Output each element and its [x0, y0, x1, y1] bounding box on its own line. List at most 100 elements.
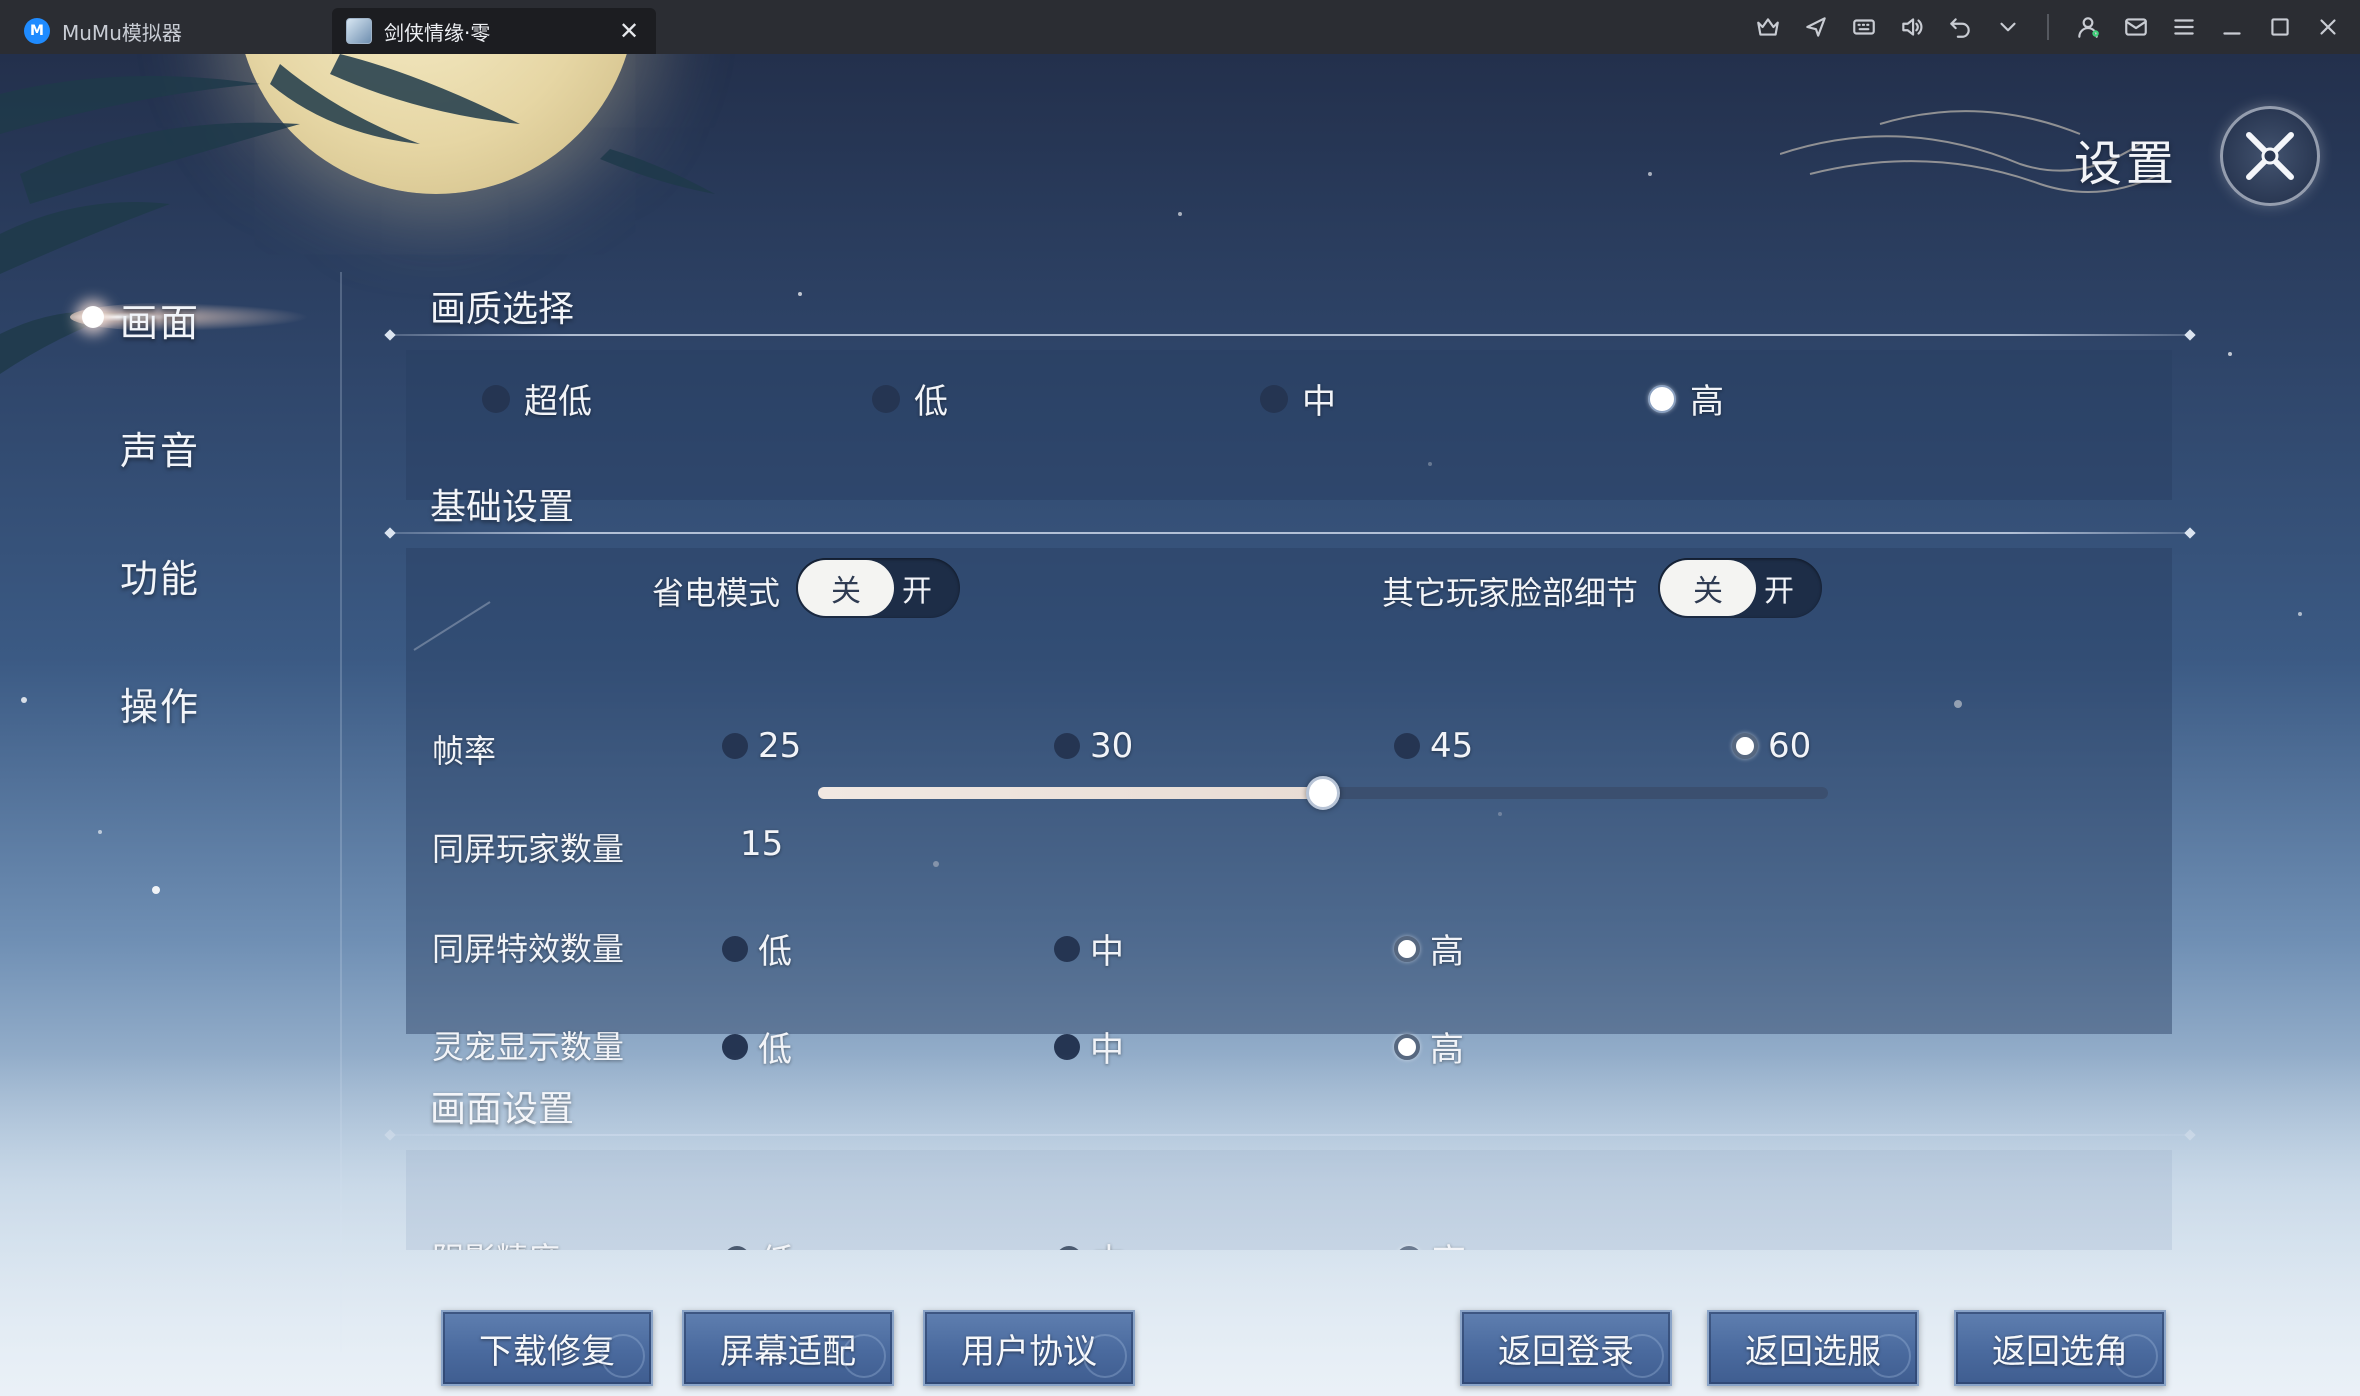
shadow-option-low[interactable]: 低 [724, 1234, 794, 1250]
option-label: 低 [914, 382, 948, 422]
section-divider [390, 1134, 2190, 1136]
quality-option-medium[interactable]: 中 [1260, 374, 1336, 423]
back-to-login-button[interactable]: 返回登录 [1460, 1310, 1672, 1386]
option-label: 中 [1302, 382, 1336, 422]
radio-icon [1054, 935, 1080, 962]
radio-icon [1054, 733, 1080, 759]
effects-on-screen-label: 同屏特效数量 [432, 930, 625, 968]
shadow-precision-label: 阴影精度 [432, 1234, 560, 1250]
option-label: 45 [1430, 726, 1474, 766]
toggle-knob-off: 关 [1660, 560, 1756, 616]
quality-option-ultra-low[interactable]: 超低 [482, 374, 592, 423]
section-title-basic: 基础设置 [430, 487, 575, 528]
emulator-title-bar: M MuMu模拟器 剑侠情缘·零 ✕ [0, 0, 2360, 54]
section-divider [390, 334, 2190, 336]
toggle-knob-off: 关 [798, 560, 894, 616]
option-label: 中 [1090, 932, 1124, 972]
radio-icon [1260, 384, 1288, 413]
tab-label: MuMu模拟器 [62, 20, 182, 45]
framerate-label: 帧率 [432, 732, 497, 770]
option-label: 60 [1768, 726, 1812, 766]
radio-selected-icon [1394, 935, 1420, 962]
game-settings-screen: 设置 画面 声音 功能 操作 画质选择 超低 低 中 高 基础设置 省电模式 关 [0, 54, 2360, 1396]
toggle-on-label: 开 [1764, 574, 1794, 609]
players-on-screen-slider[interactable] [818, 776, 1828, 810]
option-label: 30 [1090, 726, 1134, 766]
face-detail-label: 其它玩家脸部细节 [1382, 574, 1639, 612]
radio-icon [724, 1245, 750, 1250]
back-to-character-select-button[interactable]: 返回选角 [1954, 1310, 2166, 1386]
close-settings-button[interactable] [2220, 106, 2320, 206]
crown-icon[interactable] [1753, 12, 1783, 42]
close-window-icon[interactable] [2313, 12, 2343, 42]
option-label: 25 [758, 726, 802, 766]
nav-item-controls[interactable]: 操作 [120, 676, 240, 740]
section-title-display: 画面设置 [430, 1089, 575, 1130]
quality-option-low[interactable]: 低 [872, 374, 948, 423]
crossed-swords-close-icon [2246, 132, 2294, 180]
nav-item-function[interactable]: 功能 [120, 548, 240, 612]
option-label: 高 [1430, 932, 1464, 972]
keyboard-icon[interactable] [1849, 12, 1879, 42]
players-on-screen-value: 15 [740, 824, 784, 864]
close-tab-icon[interactable]: ✕ [616, 18, 642, 44]
option-label: 中 [1092, 1234, 1126, 1250]
volume-icon[interactable] [1897, 12, 1927, 42]
tab-mumu-home[interactable]: M MuMu模拟器 [12, 8, 322, 54]
radio-icon [872, 384, 900, 413]
page-title: 设置 [2074, 136, 2179, 192]
framerate-option-30[interactable]: 30 [1054, 726, 1133, 766]
shadow-option-medium[interactable]: 中 [1056, 1234, 1126, 1250]
effects-option-low[interactable]: 低 [722, 924, 792, 973]
undo-icon[interactable] [1945, 12, 1975, 42]
effects-option-medium[interactable]: 中 [1054, 924, 1124, 973]
game-app-icon [346, 18, 372, 44]
toolbar-separator [2047, 14, 2049, 40]
shadow-option-high[interactable]: 高 [1396, 1234, 1466, 1250]
section-divider [390, 532, 2190, 534]
radio-selected-icon [1648, 384, 1676, 413]
maximize-icon[interactable] [2265, 12, 2295, 42]
tab-label: 剑侠情缘·零 [384, 20, 491, 45]
quality-option-high[interactable]: 高 [1648, 374, 1724, 423]
option-label: 高 [1432, 1234, 1466, 1250]
location-pointer-icon[interactable] [1801, 12, 1831, 42]
framerate-option-60[interactable]: 60 [1732, 726, 1811, 766]
radio-selected-icon [1732, 733, 1758, 759]
framerate-option-45[interactable]: 45 [1394, 726, 1473, 766]
option-label: 高 [1690, 382, 1724, 422]
radio-icon [722, 935, 748, 962]
option-label: 低 [758, 932, 792, 972]
back-to-server-select-button[interactable]: 返回选服 [1707, 1310, 1919, 1386]
download-repair-button[interactable]: 下载修复 [441, 1310, 653, 1386]
slider-handle[interactable] [1306, 776, 1340, 810]
mail-icon[interactable] [2121, 12, 2151, 42]
radio-icon [1056, 1245, 1082, 1250]
chevron-down-icon[interactable] [1993, 12, 2023, 42]
power-saving-toggle[interactable]: 关 开 [796, 558, 960, 618]
quality-panel [406, 350, 2172, 500]
radio-icon [722, 733, 748, 759]
players-on-screen-label: 同屏玩家数量 [432, 830, 625, 868]
radio-icon [1394, 733, 1420, 759]
section-title-quality: 画质选择 [430, 289, 575, 330]
user-account-icon[interactable] [2073, 12, 2103, 42]
menu-icon[interactable] [2169, 12, 2199, 42]
option-label: 低 [760, 1234, 794, 1250]
mumu-logo-icon: M [24, 18, 50, 44]
display-settings-panel: 阴影精度 低 中 高 [406, 1150, 2172, 1250]
face-detail-toggle[interactable]: 关 开 [1658, 558, 1822, 618]
effects-option-high[interactable]: 高 [1394, 924, 1464, 973]
user-agreement-button[interactable]: 用户协议 [923, 1310, 1135, 1386]
option-label: 超低 [524, 382, 592, 422]
framerate-option-25[interactable]: 25 [722, 726, 801, 766]
screen-fit-button[interactable]: 屏幕适配 [682, 1310, 894, 1386]
tab-game[interactable]: 剑侠情缘·零 ✕ [332, 8, 656, 54]
minimize-icon[interactable] [2217, 12, 2247, 42]
radio-selected-icon [1396, 1245, 1422, 1250]
radio-icon [482, 384, 510, 413]
nav-item-sound[interactable]: 声音 [120, 420, 240, 484]
nav-item-display[interactable]: 画面 [120, 292, 240, 356]
slider-fill [818, 787, 1323, 799]
power-saving-label: 省电模式 [652, 574, 781, 612]
